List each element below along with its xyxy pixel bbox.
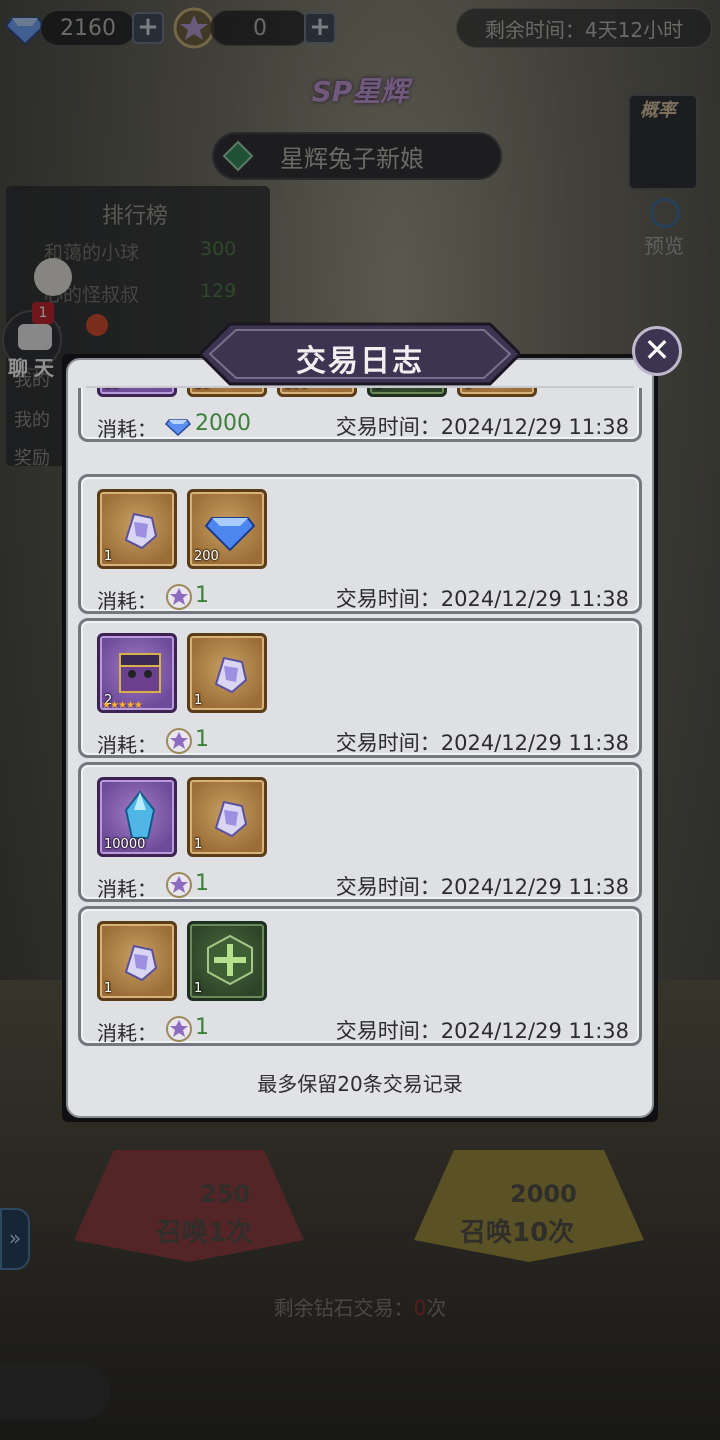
item-count: 100 (284, 388, 309, 392)
trade-log-entry: 25 10 100 1 1 消耗： 2000 交易时间：2024/12/29 11:38 (78, 388, 642, 442)
crystal-rose-icon (112, 932, 168, 988)
trade-time: 交易时间：2024/12/29 11:38 (335, 415, 629, 439)
reward-item[interactable]: 1 (97, 489, 177, 569)
reward-item[interactable]: 200 (187, 489, 267, 569)
cost-value: 1 (195, 1015, 209, 1040)
trade-log-entry: 1 200 消耗： 1 交易时间：2024/12/29 11:38 (78, 474, 642, 614)
diamond-icon (164, 411, 192, 441)
trade-time: 交易时间：2024/12/29 11:38 (335, 1019, 629, 1043)
cost-value: 1 (195, 583, 209, 608)
trade-time: 交易时间：2024/12/29 11:38 (335, 875, 629, 899)
reward-item[interactable]: 1 (187, 633, 267, 713)
cost-label: 消耗： (97, 417, 157, 441)
item-count: 200 (194, 549, 219, 564)
reward-item[interactable]: 10 (187, 388, 267, 397)
cost-value: 2000 (195, 411, 251, 436)
item-count: 25 (104, 388, 121, 392)
diamond-icon (202, 500, 258, 556)
item-count: 1 (464, 388, 472, 392)
cost-value: 1 (195, 727, 209, 752)
trade-log-list[interactable]: 251010011消耗：2000交易时间：2024/12/29 11:38120… (76, 388, 644, 1048)
item-count: 1 (104, 549, 113, 564)
trade-log-entry: 2 ★★★★★ 1 消耗： 1 交易时间：2024/12/29 11:38 (78, 618, 642, 758)
reward-item[interactable]: 2 ★★★★★ (97, 633, 177, 713)
cost-label: 消耗： (97, 589, 157, 613)
reward-item[interactable]: 1 (187, 921, 267, 1001)
cost-label: 消耗： (97, 877, 157, 901)
trade-time: 交易时间：2024/12/29 11:38 (335, 587, 629, 611)
item-count: 10 (194, 388, 211, 392)
star-coin-icon (165, 1015, 193, 1047)
item-count: 1 (374, 388, 382, 392)
reward-item[interactable]: 1 (97, 921, 177, 1001)
star-rating: ★★★★★ (102, 700, 143, 711)
cost-value: 1 (195, 871, 209, 896)
reward-items: 11 (97, 921, 267, 1003)
item-count: 1 (104, 981, 113, 996)
crystal-rose-icon (202, 788, 258, 844)
trade-log-entry: 10000 1 消耗： 1 交易时间：2024/12/29 11:38 (78, 762, 642, 902)
reward-item[interactable]: 1 (457, 388, 537, 397)
emblem-icon (202, 932, 258, 988)
footer-note: 最多保留20条交易记录 (257, 1072, 463, 1096)
cost-label: 消耗： (97, 1021, 157, 1045)
blue-crystal-icon (112, 788, 168, 844)
close-x-icon: ✕ (643, 331, 671, 369)
trade-log-entry: 1 1 消耗： 1 交易时间：2024/12/29 11:38 (78, 906, 642, 1046)
treasure-chest-icon (112, 644, 168, 700)
reward-items: 25 10 100 1 1 (97, 388, 537, 399)
star-coin-icon (165, 583, 193, 615)
reward-item[interactable]: 1 (187, 777, 267, 857)
reward-items: 1 200 (97, 489, 267, 571)
star-coin-icon (165, 727, 193, 759)
crystal-rose-icon (112, 500, 168, 556)
item-count: 1 (194, 693, 203, 708)
reward-item[interactable]: 100 (277, 388, 357, 397)
reward-item[interactable]: 10000 (97, 777, 177, 857)
item-count: 10000 (104, 837, 146, 852)
cost-label: 消耗： (97, 733, 157, 757)
reward-items: 10000 1 (97, 777, 267, 859)
reward-item[interactable]: 25 (97, 388, 177, 397)
trade-time: 交易时间：2024/12/29 11:38 (335, 731, 629, 755)
reward-item[interactable]: 1 (367, 388, 447, 397)
star-coin-icon (165, 871, 193, 903)
item-count: 1 (194, 837, 203, 852)
crystal-rose-icon (202, 644, 258, 700)
reward-items: 2 ★★★★★ 1 (97, 633, 267, 715)
item-count: 1 (194, 981, 203, 996)
close-button[interactable]: ✕ (632, 326, 682, 376)
modal-title: 交易日志 (296, 344, 424, 379)
